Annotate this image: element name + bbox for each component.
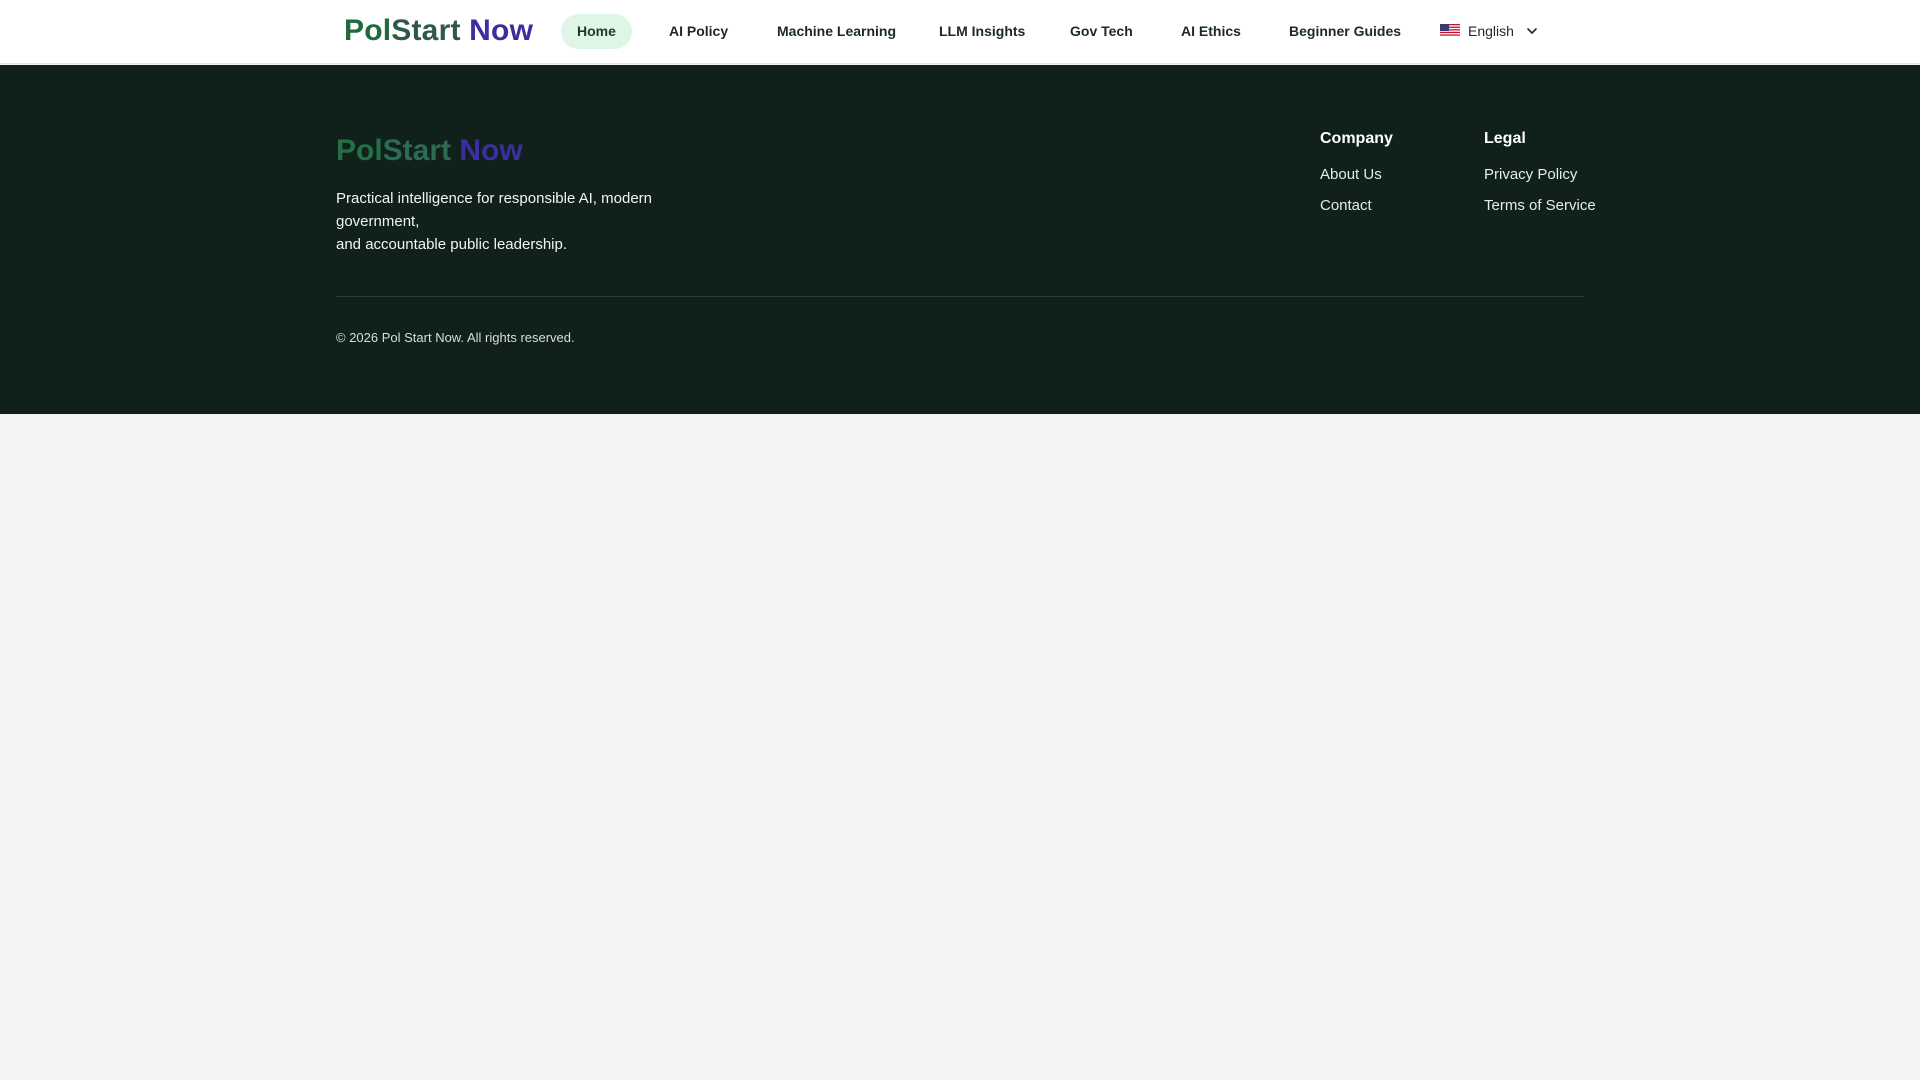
footer-link-privacy-policy[interactable]: Privacy Policy <box>1484 166 1577 183</box>
footer-logo[interactable]: PolStart Now <box>336 132 523 170</box>
footer-logo-text-now: Now <box>451 134 523 167</box>
logo-text-pol: Pol <box>344 14 392 47</box>
chevron-down-icon <box>1527 28 1537 35</box>
site-logo[interactable]: PolStart Now <box>344 12 533 50</box>
footer-divider <box>336 296 1584 297</box>
footer-logo-text-pol: Pol <box>336 134 383 167</box>
footer-link-about-us[interactable]: About Us <box>1320 166 1382 183</box>
language-label: English <box>1468 23 1514 39</box>
site-footer: PolStart Now Practical intelligence for … <box>0 65 1920 414</box>
site-header: PolStart Now Home AI Policy Machine Lear… <box>0 0 1920 64</box>
footer-logo-text-start: Start <box>382 134 452 167</box>
nav-gov-tech[interactable]: Gov Tech <box>1054 14 1149 49</box>
nav-llm-insights[interactable]: LLM Insights <box>923 14 1041 49</box>
footer-legal-title: Legal <box>1484 130 1526 147</box>
logo-text-now: Now <box>460 14 534 47</box>
nav-machine-learning[interactable]: Machine Learning <box>761 14 912 49</box>
nav-ai-ethics[interactable]: AI Ethics <box>1165 14 1257 49</box>
footer-copyright: © 2026 Pol Start Now. All rights reserve… <box>336 330 575 345</box>
footer-link-contact[interactable]: Contact <box>1320 197 1372 214</box>
footer-tagline-line-1: Practical intelligence for responsible A… <box>336 190 652 230</box>
footer-company-title: Company <box>1320 130 1393 147</box>
footer-tagline-line-2: and accountable public leadership. <box>336 236 567 253</box>
nav-ai-policy[interactable]: AI Policy <box>653 14 744 49</box>
footer-tagline: Practical intelligence for responsible A… <box>336 187 736 256</box>
us-flag-icon <box>1440 23 1460 37</box>
nav-beginner-guides[interactable]: Beginner Guides <box>1273 14 1417 49</box>
logo-text-start: Start <box>391 14 461 47</box>
footer-link-terms-of-service[interactable]: Terms of Service <box>1484 197 1596 214</box>
nav-home[interactable]: Home <box>561 14 632 49</box>
language-selector[interactable]: English <box>1440 14 1540 49</box>
